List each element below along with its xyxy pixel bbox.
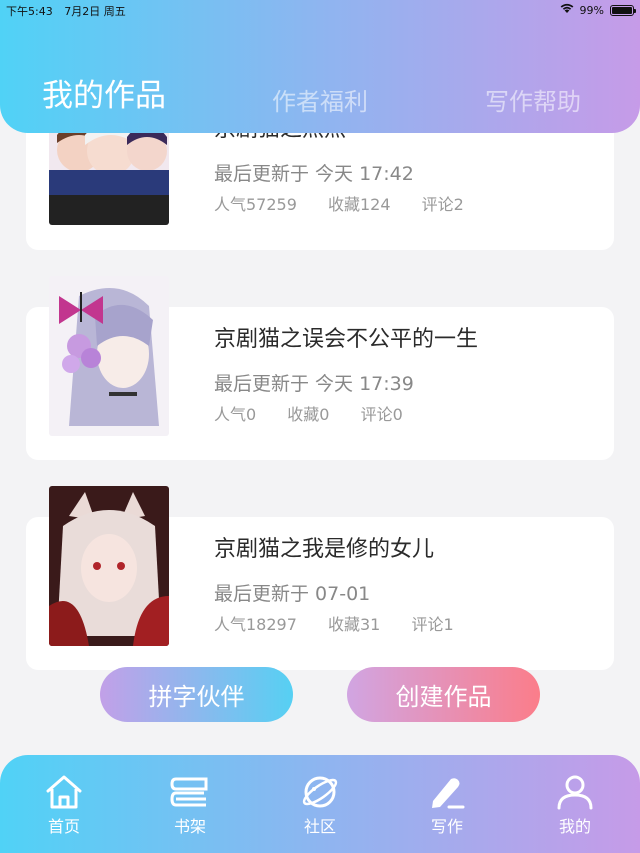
work-comments: 评论0: [360, 405, 403, 424]
work-favorites: 收藏31: [328, 615, 381, 634]
work-cover-image[interactable]: [49, 276, 169, 436]
status-date: 7月2日 周五: [64, 5, 126, 18]
writing-partner-button[interactable]: 拼字伙伴: [100, 667, 293, 722]
work-stats: 人气0 收藏0 评论0: [214, 401, 429, 425]
work-update-time: 最后更新于 07-01: [214, 583, 371, 605]
work-stats: 人气18297 收藏31 评论1: [214, 611, 480, 635]
nav-mine-label: 我的: [558, 817, 591, 836]
user-icon: [557, 775, 593, 810]
pen-icon: [432, 778, 465, 809]
tab-my-works[interactable]: 我的作品: [42, 70, 166, 115]
work-update-time: 最后更新于 今天 17:39: [214, 373, 414, 395]
battery-icon: [610, 4, 636, 16]
status-bar: 下午5:43 7月2日 周五 99%: [0, 0, 640, 18]
tab-author-benefits[interactable]: 作者福利: [272, 82, 368, 117]
tab-writing-help[interactable]: 写作帮助: [485, 82, 581, 117]
header-tabs: 我的作品 作者福利 写作帮助: [0, 74, 640, 117]
create-work-button[interactable]: 创建作品: [347, 667, 540, 722]
bookshelf-icon: [170, 777, 208, 807]
battery-percent: 99%: [579, 3, 604, 17]
nav-home[interactable]: 首页: [24, 773, 104, 837]
work-favorites: 收藏0: [287, 405, 330, 424]
nav-write-label: 写作: [430, 817, 463, 836]
work-cover-image[interactable]: [49, 486, 169, 646]
work-stats: 人气57259 收藏124 评论2: [214, 191, 490, 215]
status-time: 下午5:43: [6, 5, 53, 18]
planet-icon: [302, 776, 338, 808]
wifi-icon: [560, 3, 574, 17]
work-popularity: 人气0: [214, 405, 257, 424]
work-title: 京剧猫之误会不公平的一生: [214, 327, 479, 352]
work-popularity: 人气18297: [214, 615, 297, 634]
nav-bookshelf-label: 书架: [173, 817, 206, 836]
nav-home-label: 首页: [47, 817, 80, 836]
work-comments: 评论2: [421, 195, 464, 214]
battery-fill: [612, 6, 632, 14]
nav-write[interactable]: 写作: [407, 773, 487, 837]
home-icon: [46, 775, 82, 809]
nav-community[interactable]: 社区: [280, 773, 360, 837]
work-favorites: 收藏124: [328, 195, 391, 214]
work-update-time: 最后更新于 今天 17:42: [214, 163, 414, 185]
work-title: 京剧猫之我是修的女儿: [214, 537, 435, 562]
nav-mine[interactable]: 我的: [535, 773, 615, 837]
work-comments: 评论1: [411, 615, 454, 634]
work-popularity: 人气57259: [214, 195, 297, 214]
bottom-nav: 首页 书架 社区 写作 我的: [0, 755, 640, 853]
top-header: 下午5:43 7月2日 周五 99% 我的作品 作者福利 写作帮助: [0, 0, 640, 133]
nav-bookshelf[interactable]: 书架: [150, 773, 230, 837]
nav-community-label: 社区: [303, 817, 336, 836]
